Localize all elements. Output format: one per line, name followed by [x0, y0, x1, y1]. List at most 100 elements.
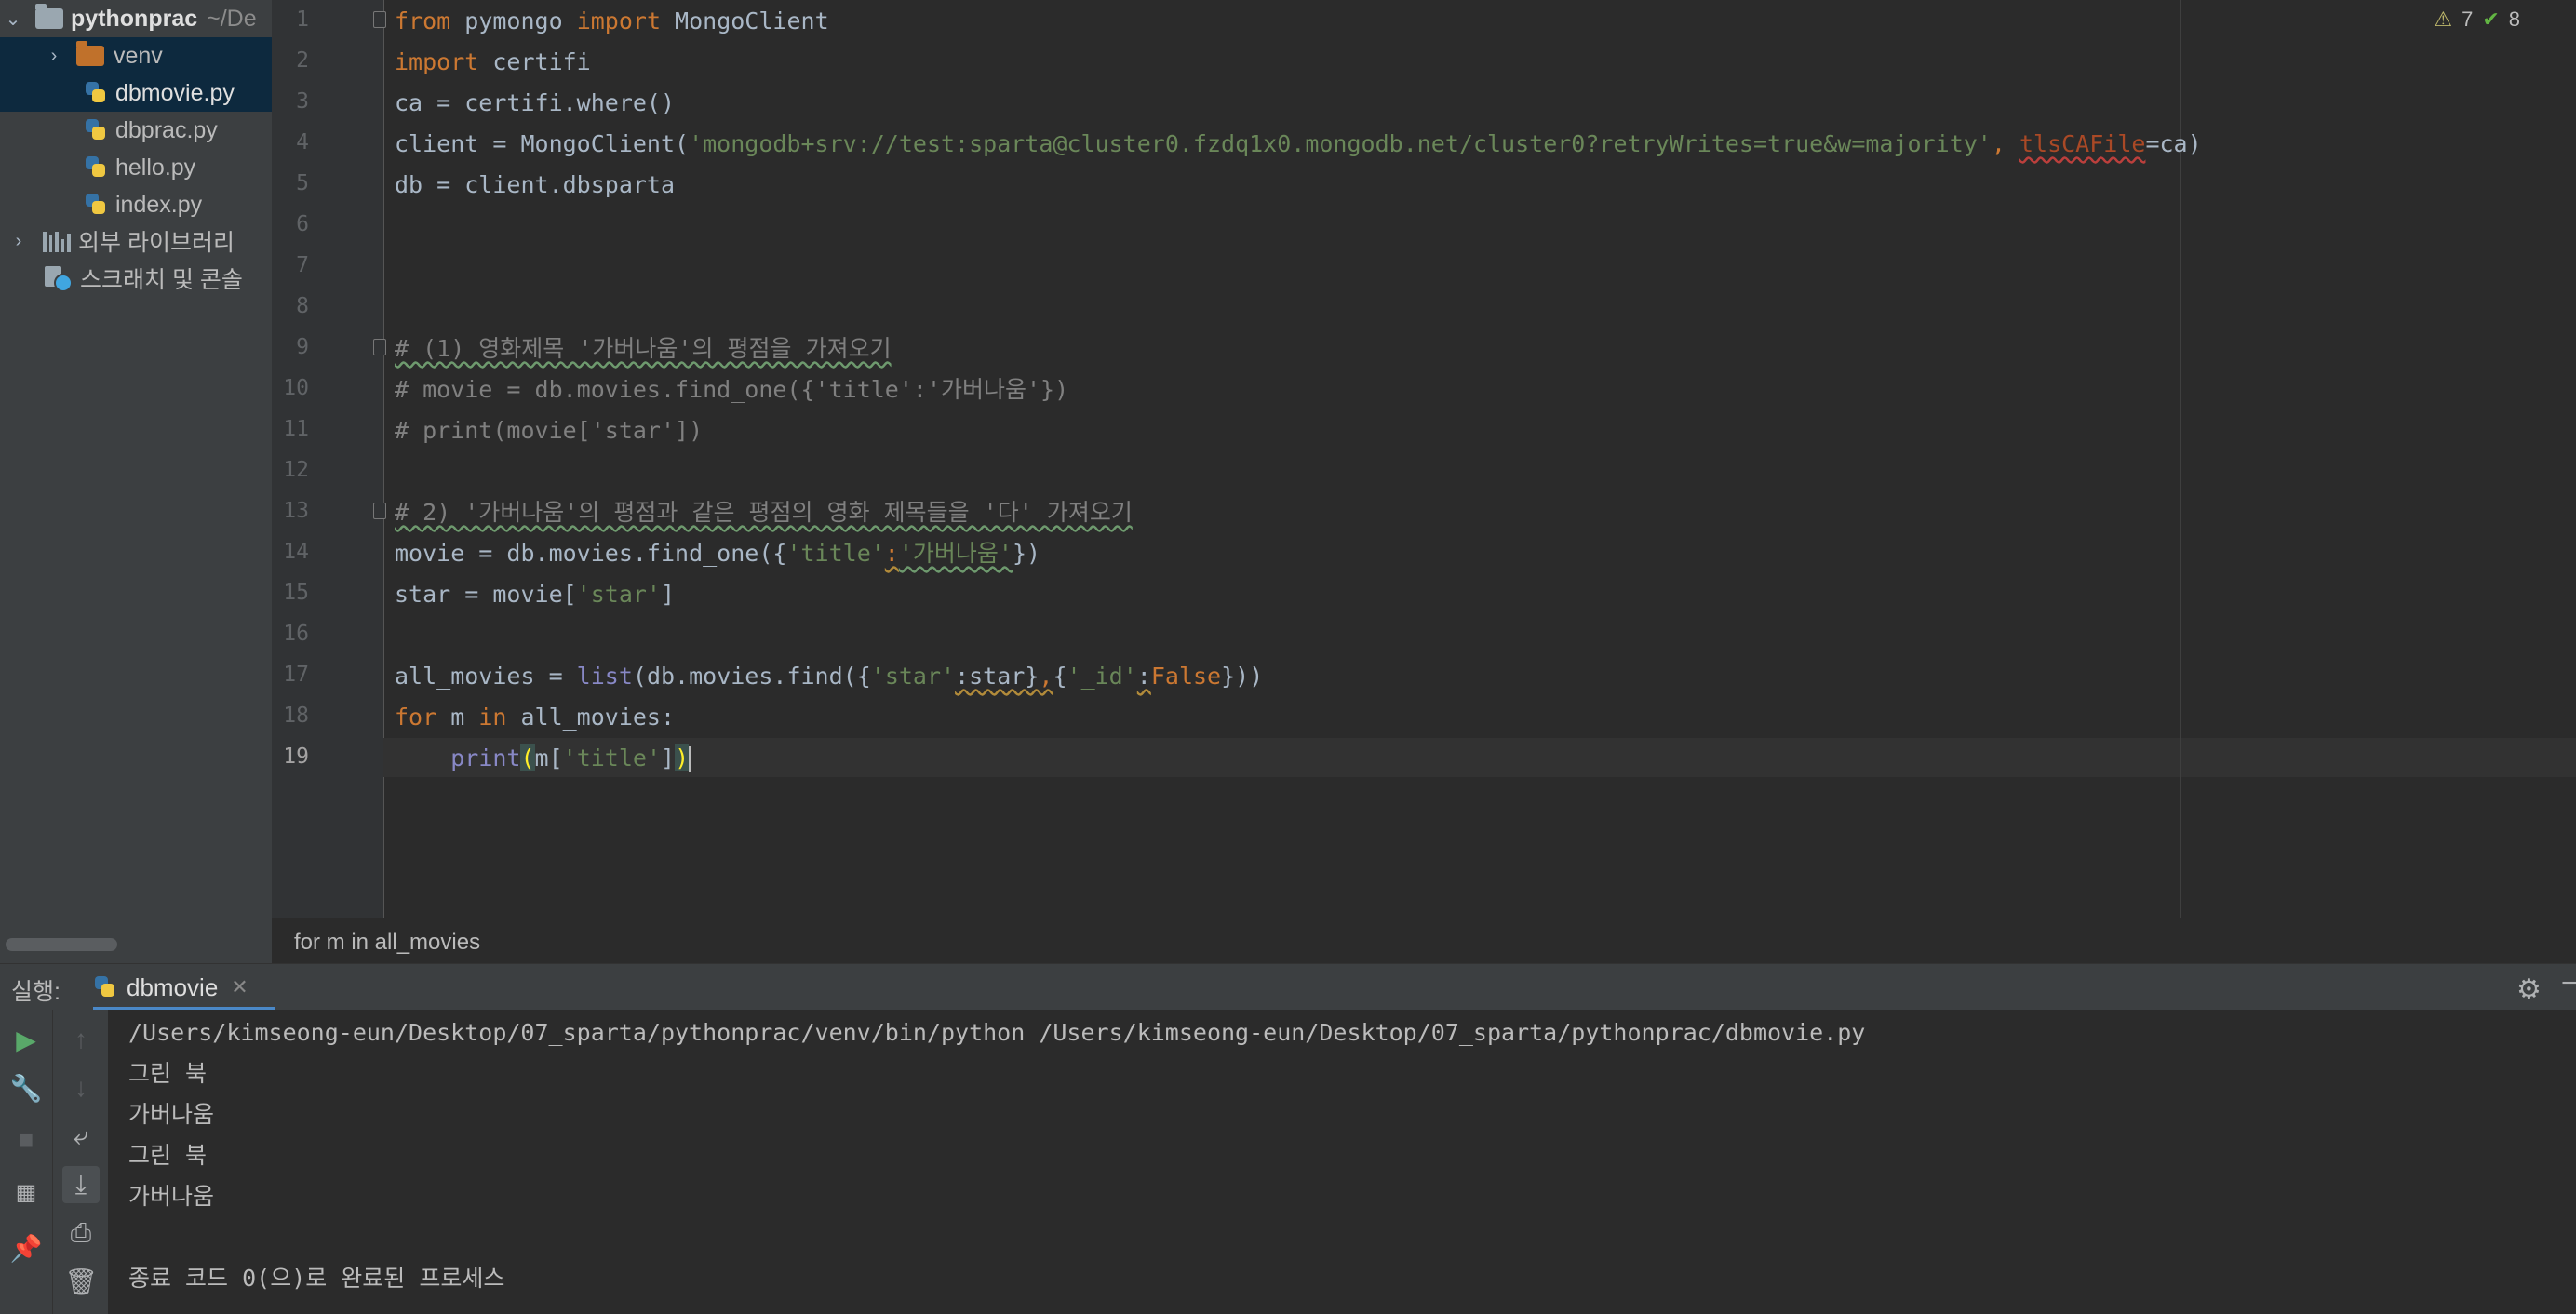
soft-wrap-icon[interactable]: ⤶ [62, 1118, 100, 1155]
token-comma: , [1991, 130, 2019, 157]
tree-root-pythonprac[interactable]: ⌄ pythonprac ~/De [0, 0, 272, 37]
print-icon[interactable]: ⎙ [62, 1214, 100, 1252]
code-line-1: from pymongo import MongoClient [395, 3, 829, 40]
tree-item-label: 스크래치 및 콘솔 [80, 267, 243, 293]
warning-count: 7 [2462, 7, 2474, 31]
arrow-down-icon[interactable]: ↓ [62, 1069, 100, 1106]
layout-icon[interactable]: ▦ [7, 1173, 45, 1211]
tree-item-label: hello.py [115, 154, 196, 181]
line-number: 16 [283, 622, 309, 646]
python-file-icon [84, 155, 108, 180]
fold-marker-icon[interactable] [373, 503, 386, 519]
code-line-13: # 2) '가버나움'의 평점과 같은 평점의 영화 제목들을 '다' 가져오기 [395, 494, 1133, 531]
current-line-highlight [383, 738, 2576, 777]
run-panel-header: 실행: dbmovie ✕ ⚙ − [0, 963, 2576, 1011]
folder-icon [76, 41, 104, 66]
code-line-3: ca = certifi.where() [395, 89, 676, 116]
tree-item-dbmovie[interactable]: dbmovie.py [0, 74, 272, 112]
token-string: 'title' [786, 540, 885, 567]
stop-icon[interactable]: ■ [7, 1121, 45, 1159]
run-tab-dbmovie[interactable]: dbmovie ✕ [93, 964, 275, 1011]
tree-item-venv[interactable]: › venv [0, 37, 272, 74]
token: MongoClient [661, 7, 829, 34]
token-keyword: for [395, 704, 437, 731]
arrow-up-icon[interactable]: ↑ [62, 1021, 100, 1058]
line-number: 2 [296, 48, 309, 73]
token-string: 'star' [576, 581, 661, 608]
token: (db.movies.find({ [632, 663, 871, 690]
console-line: /Users/kimseong-eun/Desktop/07_sparta/py… [128, 1019, 1866, 1046]
tree-item-external-libraries[interactable]: › 외부 라이브러리 [0, 222, 272, 260]
horizontal-scrollbar[interactable] [6, 938, 117, 951]
python-file-icon [93, 975, 117, 999]
token: :star} [955, 663, 1040, 690]
line-number: 8 [296, 294, 309, 318]
chevron-down-icon[interactable]: ⌄ [4, 9, 22, 30]
token: : [1136, 663, 1151, 690]
tree-item-index[interactable]: index.py [0, 186, 272, 223]
weak-warning-count: 8 [2508, 7, 2520, 31]
fold-marker-icon[interactable] [373, 11, 386, 28]
scroll-to-end-icon[interactable]: ⤓ [62, 1166, 100, 1203]
line-number: 3 [296, 89, 309, 114]
tree-item-scratches[interactable]: 스크래치 및 콘솔 [0, 260, 272, 297]
token-string: 'mongodb+srv://test:sparta@cluster0.fzdq… [689, 130, 1992, 157]
minimize-icon[interactable]: − [2561, 968, 2576, 999]
gear-icon[interactable]: ⚙ [2516, 973, 2542, 1006]
token: ] [661, 744, 676, 771]
library-icon [43, 230, 71, 252]
console-line: 가버나움 [128, 1101, 215, 1128]
tree-root-path: ~/De [207, 5, 257, 32]
code-line-11: # print(movie['star']) [395, 417, 704, 444]
breadcrumb[interactable]: for m in all_movies [272, 918, 2576, 964]
console-line: 그린 북 [128, 1142, 208, 1169]
pin-icon[interactable]: 📌 [7, 1229, 45, 1267]
code-line-18: for m in all_movies: [395, 699, 675, 736]
line-number: 15 [283, 581, 309, 605]
gutter-divider [383, 0, 384, 918]
chevron-right-icon[interactable]: › [45, 46, 63, 66]
token: all_movies = [395, 663, 577, 690]
python-file-icon [84, 193, 108, 217]
code-line-15: star = movie['star'] [395, 576, 675, 613]
token-comment: # 2) '가버나움'의 평점과 같은 평점의 영화 제목들을 '다' 가져오기 [395, 499, 1133, 526]
console-output[interactable]: /Users/kimseong-eun/Desktop/07_sparta/py… [108, 1010, 2576, 1314]
python-file-icon [84, 118, 108, 142]
token: =ca) [2145, 130, 2202, 157]
python-file-icon [84, 81, 108, 105]
tree-item-dbprac[interactable]: dbprac.py [0, 112, 272, 149]
code-editor[interactable]: 1 2 3 4 5 6 7 8 9 10 11 12 13 14 15 16 1… [272, 0, 2576, 918]
token-colon: : [884, 540, 899, 567]
line-number: 18 [283, 704, 309, 728]
chevron-right-icon[interactable]: › [9, 231, 28, 251]
token-string: 'star' [870, 663, 956, 690]
token-keyword: False [1150, 663, 1222, 690]
token: all_movies: [506, 704, 676, 731]
inspection-widget[interactable]: ⚠ 7 ✔ 8 [2434, 7, 2520, 32]
trash-icon[interactable]: 🗑 [62, 1263, 100, 1300]
token-keyword: import [576, 7, 661, 34]
run-tab-label: dbmovie [127, 972, 219, 1001]
token: movie = db.movies.find_one({ [395, 540, 787, 567]
close-icon[interactable]: ✕ [231, 975, 248, 999]
token-paren-match: ( [520, 744, 535, 771]
breadcrumb-item[interactable]: for m in all_movies [294, 930, 480, 956]
line-number: 17 [283, 663, 309, 687]
code-line-10: # movie = db.movies.find_one({'title':'가… [395, 376, 1069, 403]
code-line-14: movie = db.movies.find_one({'title':'가버나… [395, 535, 1040, 572]
tree-item-hello[interactable]: hello.py [0, 149, 272, 186]
rerun-icon[interactable]: ▶ [7, 1021, 45, 1058]
tree-item-label: 외부 라이브러리 [78, 230, 235, 256]
line-number: 14 [283, 540, 309, 564]
token-comment: # (1) 영화제목 '가버나움'의 평점을 가져오기 [395, 335, 892, 362]
wrench-icon[interactable]: 🔧 [7, 1069, 45, 1106]
fold-marker-icon[interactable] [373, 339, 386, 355]
line-number-current: 19 [283, 744, 309, 769]
token: m [436, 704, 479, 731]
console-toolbar: ↑ ↓ ⤶ ⤓ ⎙ 🗑 [52, 1010, 110, 1314]
folder-icon [35, 4, 63, 29]
token: pymongo [450, 7, 577, 34]
code-line-19: print(m['title']) [395, 740, 691, 777]
token: })) [1221, 663, 1264, 690]
